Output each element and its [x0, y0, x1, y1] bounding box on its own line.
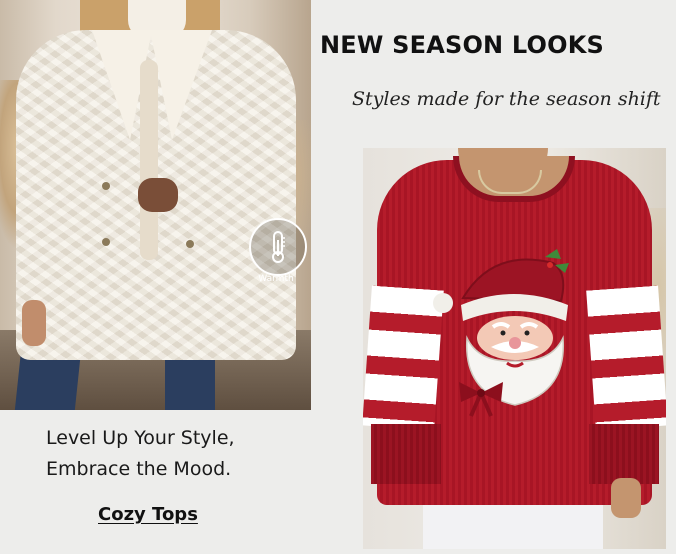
- model-hand: [22, 300, 46, 346]
- coat-button: [102, 182, 110, 190]
- caption-line: Level Up Your Style,: [46, 427, 235, 449]
- warmth-badge: [249, 218, 307, 276]
- left-product-image[interactable]: Warmth: [0, 0, 311, 410]
- sleeve-cuff: [589, 424, 659, 484]
- page-title: NEW SEASON LOOKS: [320, 31, 605, 59]
- caption-line: Embrace the Mood.: [46, 458, 232, 480]
- promo-caption: Level Up Your Style, Embrace the Mood.: [46, 423, 306, 485]
- sleeve-cuff: [371, 424, 441, 484]
- cozy-tops-link[interactable]: Cozy Tops: [98, 504, 198, 525]
- coat-button: [186, 240, 194, 248]
- model-hand: [138, 178, 178, 212]
- warmth-label: Warmth: [258, 274, 294, 284]
- page-subtitle: Styles made for the season shift: [352, 88, 661, 110]
- thermometer-icon: [272, 231, 285, 263]
- coat-opening: [140, 60, 158, 260]
- striped-sleeve: [586, 285, 666, 431]
- striped-sleeve: [363, 285, 444, 431]
- model-hand: [611, 478, 641, 518]
- right-product-image[interactable]: [363, 148, 666, 549]
- coat-button: [102, 238, 110, 246]
- bow-decoration: [459, 382, 503, 417]
- coat-lapel: [150, 30, 212, 140]
